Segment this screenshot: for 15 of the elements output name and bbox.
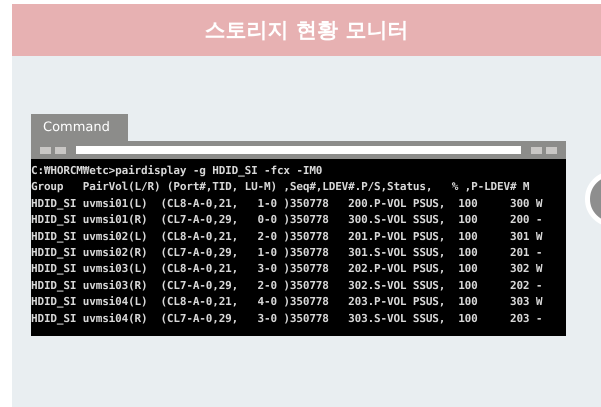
terminal-line: HDID_SI uvmsi02(L) (CL8-A-0,21, 2-0 )350778 201.P-VOL PSUS, 100 301 W [31,228,544,245]
terminal-line: HDID_SI uvmsi01(L) (CL8-A-0,21, 1-0 )350778 200.P-VOL PSUS, 100 300 W [31,196,544,212]
terminal-line: C:₩HORCM₩etc>pairdisplay -g HDID_SI -fcx -IM0 [31,163,324,179]
square-icon [531,146,542,154]
terminal-line: HDID_SI uvmsi02(R) (CL7-A-0,29, 1-0 )350778 301.S-VOL SSUS, 100 201 - [31,245,544,262]
square-icon [55,146,66,154]
page-title: 스토리지 현황 모니터 [204,17,408,44]
square-icon [546,146,557,154]
terminal-line: HDID_SI uvmsi03(L) (CL8-A-0,21, 3-0 )350778 202.P-VOL PSUS, 100 302 W [31,261,544,278]
terminal-line: HDID_SI uvmsi03(R) (CL7-A-0,29, 2-0 )350778 302.S-VOL SSUS, 100 202 - [31,278,544,294]
terminal-line: Group PairVol(L/R) (Port#,TID, LU-M) ,Seq#,LDEV#.P/S,Status, % ,P-LDEV# M [31,179,530,196]
terminal-line: HDID_SI uvmsi04(R) (CL7-A-0,29, 3-0 )350778 303.S-VOL SSUS, 100 203 - [31,310,544,327]
terminal-line: HDID_SI uvmsi01(R) (CL7-A-0,29, 0-0 )350778 300.S-VOL SSUS, 100 200 - [31,212,544,228]
terminal-line: HDID_SI uvmsi04(L) (CL8-A-0,21, 4-0 )350778 203.P-VOL PSUS, 100 303 W [31,294,544,310]
square-icon [40,146,51,154]
